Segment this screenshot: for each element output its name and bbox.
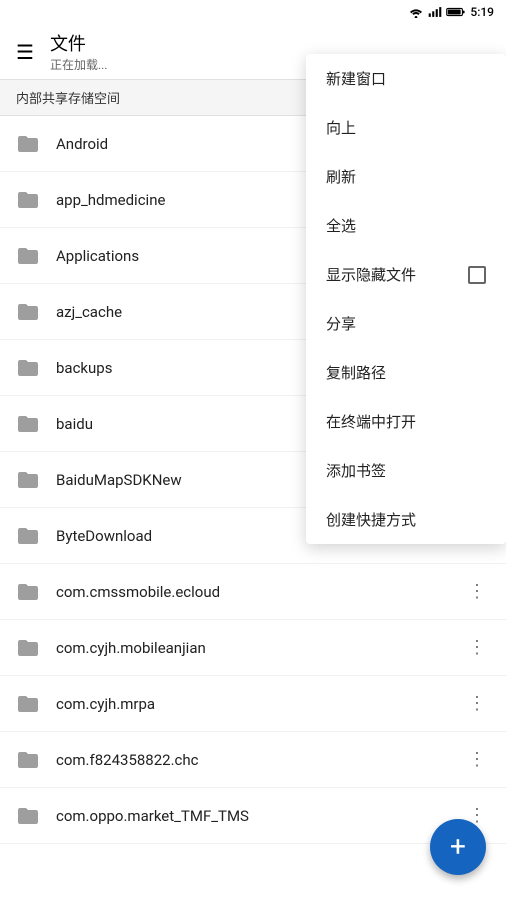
battery-icon [446,6,466,18]
checkbox-icon[interactable] [468,266,486,284]
menu-item-label: 在终端中打开 [326,411,416,432]
context-menu: 新建窗口向上刷新全选显示隐藏文件分享复制路径在终端中打开添加书签创建快捷方式 [306,54,506,544]
menu-item-label: 刷新 [326,166,356,187]
status-time: 5:19 [470,5,494,19]
dropdown-overlay[interactable]: 新建窗口向上刷新全选显示隐藏文件分享复制路径在终端中打开添加书签创建快捷方式 [0,24,506,899]
menu-item-share[interactable]: 分享 [306,299,506,348]
menu-item-select-all[interactable]: 全选 [306,201,506,250]
menu-item-create-shortcut[interactable]: 创建快捷方式 [306,495,506,544]
menu-item-label: 显示隐藏文件 [326,264,416,285]
menu-item-label: 添加书签 [326,460,386,481]
status-icons: 5:19 [408,5,494,19]
menu-item-add-bookmark[interactable]: 添加书签 [306,446,506,495]
menu-item-show-hidden[interactable]: 显示隐藏文件 [306,250,506,299]
status-bar: 5:19 [0,0,506,24]
menu-item-open-terminal[interactable]: 在终端中打开 [306,397,506,446]
menu-item-label: 创建快捷方式 [326,509,416,530]
signal-icon [428,6,442,18]
menu-item-go-up[interactable]: 向上 [306,103,506,152]
menu-item-label: 新建窗口 [326,68,386,89]
menu-item-label: 复制路径 [326,362,386,383]
menu-item-label: 分享 [326,313,356,334]
menu-item-label: 全选 [326,215,356,236]
menu-item-label: 向上 [326,117,356,138]
menu-item-refresh[interactable]: 刷新 [306,152,506,201]
menu-item-new-window[interactable]: 新建窗口 [306,54,506,103]
menu-item-copy-path[interactable]: 复制路径 [306,348,506,397]
wifi-icon [408,6,424,18]
